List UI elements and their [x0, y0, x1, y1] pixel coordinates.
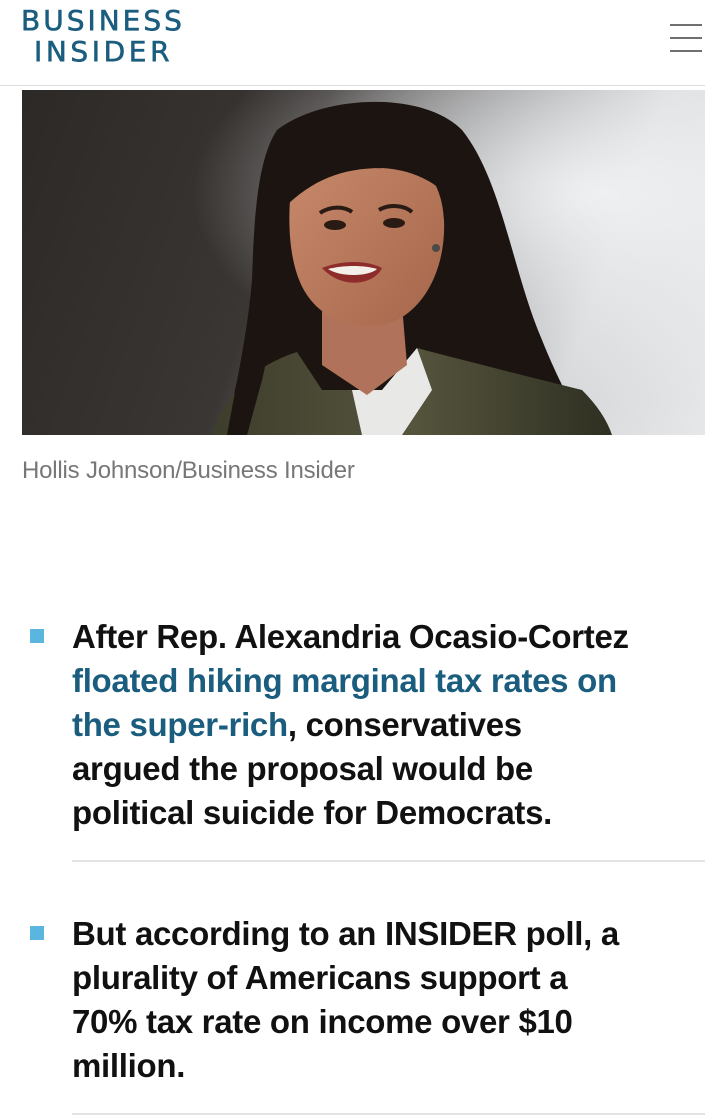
list-item: After Rep. Alexandria Ocasio-Cortez floa… [0, 615, 633, 835]
key-points-list: After Rep. Alexandria Ocasio-Cortez floa… [0, 615, 705, 1115]
bullet-text: After Rep. Alexandria Ocasio-Cortez floa… [72, 615, 633, 835]
business-insider-logo[interactable]: BUSINESS INSIDER [21, 4, 185, 68]
logo-line-insider: INSIDER [34, 35, 174, 68]
menu-bar-bottom [670, 50, 702, 52]
photo-credit-caption: Hollis Johnson/Business Insider [22, 457, 355, 484]
logo-line-business: BUSINESS [21, 4, 185, 37]
list-item: But according to an INSIDER poll, a plur… [0, 912, 633, 1088]
portrait-image [22, 90, 705, 435]
menu-bar-middle [670, 37, 702, 39]
bullet-marker-icon [30, 926, 44, 940]
menu-bar-top [670, 24, 702, 26]
site-header: BUSINESS INSIDER [0, 0, 705, 86]
bullet-text: But according to an INSIDER poll, a plur… [72, 915, 619, 1084]
hero-photo [22, 90, 705, 435]
bullet-marker-icon [30, 629, 44, 643]
hamburger-menu-icon[interactable] [668, 20, 704, 56]
divider [72, 860, 705, 862]
bullet-text-before: After Rep. Alexandria Ocasio-Cortez [72, 618, 629, 655]
